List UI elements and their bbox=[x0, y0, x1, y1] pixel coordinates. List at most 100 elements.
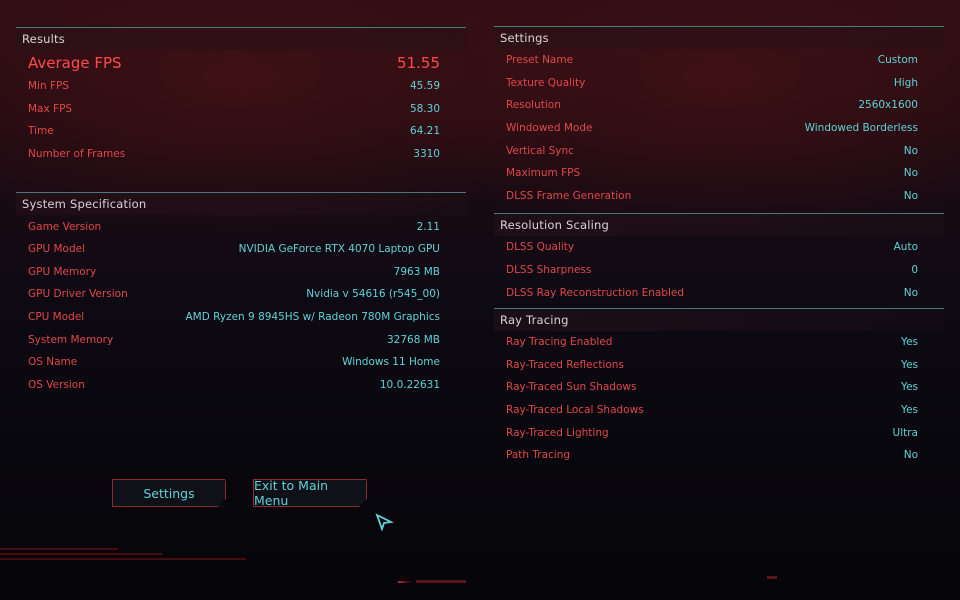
setting-row: DLSS Sharpness 0 bbox=[494, 259, 944, 282]
left-panel: Results Average FPS 51.55 Min FPS 45.59 … bbox=[16, 27, 466, 396]
row-value: No bbox=[903, 286, 918, 299]
row-label: Ray-Traced Lighting bbox=[506, 426, 609, 439]
row-value: Auto bbox=[893, 241, 918, 254]
spec-row: Game Version 2.11 bbox=[16, 215, 466, 238]
row-value: 32768 MB bbox=[386, 333, 440, 346]
spec-row: System Memory 32768 MB bbox=[16, 328, 466, 351]
section-divider bbox=[494, 307, 944, 309]
exit-to-main-menu-button[interactable]: Exit to Main Menu bbox=[253, 479, 367, 507]
spec-row: GPU Model NVIDIA GeForce RTX 4070 Laptop… bbox=[16, 238, 466, 261]
settings-header: Settings bbox=[494, 27, 944, 49]
row-value: 64.21 bbox=[409, 125, 440, 138]
row-label: Windowed Mode bbox=[506, 122, 593, 135]
row-value: 10.0.22631 bbox=[379, 378, 440, 391]
row-label: Ray-Traced Sun Shadows bbox=[506, 381, 637, 394]
row-label: GPU Memory bbox=[28, 265, 97, 278]
row-value: 45.59 bbox=[409, 80, 440, 93]
results-row: Number of Frames 3310 bbox=[16, 143, 466, 166]
row-value: Nvidia v 54616 (r545_00) bbox=[306, 288, 440, 301]
row-label: Number of Frames bbox=[28, 148, 126, 161]
setting-row: Windowed Mode Windowed Borderless bbox=[494, 117, 944, 140]
setting-row: Preset Name Custom bbox=[494, 49, 944, 72]
row-label: GPU Model bbox=[28, 243, 86, 256]
row-label: Time bbox=[28, 125, 54, 138]
row-label: System Memory bbox=[28, 333, 114, 346]
section-divider bbox=[494, 26, 944, 27]
row-label: DLSS Frame Generation bbox=[506, 189, 632, 202]
row-value: Windowed Borderless bbox=[804, 122, 918, 135]
row-value: Custom bbox=[877, 54, 918, 67]
row-value: Yes bbox=[901, 336, 918, 349]
pointer-cursor-icon bbox=[374, 513, 394, 535]
row-value: 0 bbox=[911, 264, 918, 277]
row-value: No bbox=[903, 189, 918, 202]
row-label: Max FPS bbox=[28, 102, 73, 115]
row-label: Preset Name bbox=[506, 54, 574, 67]
results-header: Results bbox=[16, 28, 466, 50]
debug-text-overlay bbox=[0, 548, 250, 563]
results-row: Min FPS 45.59 bbox=[16, 75, 466, 98]
setting-row: DLSS Frame Generation No bbox=[494, 185, 944, 208]
row-value: Ultra bbox=[892, 426, 918, 439]
setting-row: Ray-Traced Lighting Ultra bbox=[494, 421, 944, 444]
row-value: Yes bbox=[901, 404, 918, 417]
row-value: No bbox=[903, 167, 918, 180]
row-label: DLSS Sharpness bbox=[506, 264, 592, 277]
row-label: OS Name bbox=[28, 356, 78, 369]
row-label: DLSS Quality bbox=[506, 241, 575, 254]
ray-tracing-header: Ray Tracing bbox=[494, 308, 944, 331]
row-label: DLSS Ray Reconstruction Enabled bbox=[506, 286, 685, 299]
results-row: Time 64.21 bbox=[16, 120, 466, 143]
row-value: 2.11 bbox=[416, 220, 440, 233]
right-panel: Settings Preset Name Custom Texture Qual… bbox=[494, 26, 944, 467]
row-value: 2560x1600 bbox=[858, 99, 918, 112]
setting-row: Ray-Traced Sun Shadows Yes bbox=[494, 376, 944, 399]
section-divider bbox=[494, 213, 944, 215]
decorative-mark bbox=[767, 575, 777, 581]
setting-row: Path Tracing No bbox=[494, 444, 944, 467]
section-divider bbox=[16, 192, 466, 194]
average-fps-value: 51.55 bbox=[397, 54, 440, 72]
results-section: Results Average FPS 51.55 Min FPS 45.59 … bbox=[16, 27, 466, 165]
results-row: Max FPS 58.30 bbox=[16, 98, 466, 121]
row-label: Path Tracing bbox=[506, 449, 571, 462]
settings-button[interactable]: Settings bbox=[112, 479, 226, 507]
row-value: 58.30 bbox=[409, 102, 440, 115]
row-label: Min FPS bbox=[28, 80, 70, 93]
row-value: AMD Ryzen 9 8945HS w/ Radeon 780M Graphi… bbox=[185, 311, 440, 324]
spec-row: GPU Memory 7963 MB bbox=[16, 261, 466, 284]
row-value: NVIDIA GeForce RTX 4070 Laptop GPU bbox=[238, 243, 440, 256]
row-label: OS Version bbox=[28, 378, 85, 391]
row-label: Ray Tracing Enabled bbox=[506, 336, 613, 349]
row-label: Game Version bbox=[28, 220, 102, 233]
row-label: Texture Quality bbox=[506, 76, 586, 89]
row-label: Vertical Sync bbox=[506, 144, 574, 157]
resolution-scaling-section: Resolution Scaling DLSS Quality Auto DLS… bbox=[494, 213, 944, 304]
average-fps-row: Average FPS 51.55 bbox=[16, 51, 466, 75]
system-spec-header: System Specification bbox=[16, 193, 466, 216]
row-value: 7963 MB bbox=[393, 265, 440, 278]
setting-row: Resolution 2560x1600 bbox=[494, 94, 944, 117]
spec-row: GPU Driver Version Nvidia v 54616 (r545_… bbox=[16, 283, 466, 306]
setting-row: DLSS Quality Auto bbox=[494, 236, 944, 259]
row-value: Yes bbox=[901, 358, 918, 371]
watermark-arrow-icon bbox=[398, 580, 412, 583]
row-label: Maximum FPS bbox=[506, 167, 581, 180]
setting-row: Maximum FPS No bbox=[494, 162, 944, 185]
setting-row: Ray Tracing Enabled Yes bbox=[494, 331, 944, 354]
row-value: High bbox=[893, 76, 918, 89]
system-spec-section: System Specification Game Version 2.11 G… bbox=[16, 192, 466, 396]
settings-section: Settings Preset Name Custom Texture Qual… bbox=[494, 26, 944, 207]
row-value: No bbox=[903, 144, 918, 157]
section-divider bbox=[16, 27, 466, 28]
resolution-scaling-header: Resolution Scaling bbox=[494, 214, 944, 237]
row-label: Resolution bbox=[506, 99, 561, 112]
row-label: CPU Model bbox=[28, 311, 85, 324]
setting-row: DLSS Ray Reconstruction Enabled No bbox=[494, 281, 944, 304]
row-value: Yes bbox=[901, 381, 918, 394]
row-value: 3310 bbox=[413, 148, 440, 161]
row-label: GPU Driver Version bbox=[28, 288, 128, 301]
row-label: Ray-Traced Reflections bbox=[506, 358, 624, 371]
average-fps-label: Average FPS bbox=[28, 54, 122, 72]
ray-tracing-section: Ray Tracing Ray Tracing Enabled Yes Ray-… bbox=[494, 307, 944, 467]
